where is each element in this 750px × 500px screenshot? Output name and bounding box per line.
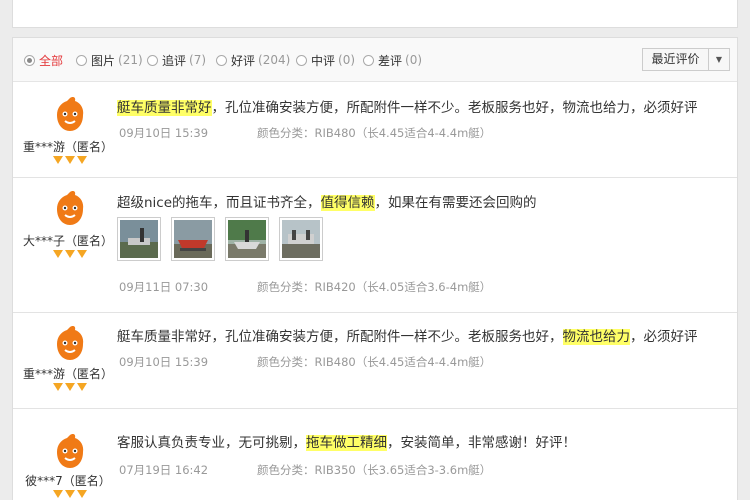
review-text-post: ，如果在有需要还会回购的 [374, 195, 537, 211]
review-meta: 09月11日 07:30 颜色分类：RIB420（长4.05适合3.6-4m艇） [119, 279, 491, 295]
review-text: 艇车质量非常好，孔位准确安装方便，所配附件一样不少。老板服务也好，物流也给力，必… [117, 325, 698, 345]
review-date: 09月11日 07:30 [119, 280, 209, 294]
review-text-post: ，必须好评 [630, 329, 698, 345]
review-filter-bar: 全部 图片 (21) 追评 (7) 好评 (204) 中评 (0) 差评 (0) [13, 38, 737, 82]
review-photos [117, 217, 323, 261]
filter-label: 中评 [311, 53, 336, 68]
filter-positive[interactable]: 好评 (204) [216, 52, 290, 68]
previous-section-box [12, 0, 738, 28]
filter-count: (0) [338, 53, 356, 67]
review-highlight: 拖车做工精细 [306, 435, 387, 451]
filter-label: 好评 [231, 53, 256, 68]
review-highlight: 物流也给力 [562, 329, 630, 345]
filter-count: (21) [118, 53, 143, 67]
review-photo[interactable] [225, 217, 269, 261]
review-date: 07月19日 16:42 [119, 463, 209, 477]
review-text-pre: 超级nice的拖车，而且证书齐全， [117, 195, 321, 211]
review-text-post: ，安装简单，非常感谢！好评！ [387, 435, 576, 451]
filter-count: (204) [258, 53, 291, 67]
review-text-pre: 艇车质量非常好，孔位准确安装方便，所配附件一样不少。老板服务也好， [117, 329, 563, 345]
radio-icon[interactable] [147, 54, 158, 66]
review-item: 重***游（匿名） 艇车质量非常好，孔位准确安装方便，所配附件一样不少。老板服务… [13, 314, 737, 409]
avatar[interactable] [51, 432, 89, 470]
review-text-post: ，孔位准确安装方便，所配附件一样不少。老板服务也好，物流也给力，必须好评 [211, 100, 698, 116]
review-spec: 颜色分类：RIB480（长4.45适合4-4.4m艇） [257, 355, 492, 369]
filter-neutral[interactable]: 中评 (0) [296, 52, 355, 68]
filter-images[interactable]: 图片 (21) [76, 52, 143, 68]
review-date: 09月10日 15:39 [119, 355, 209, 369]
review-date: 09月10日 15:39 [119, 126, 209, 140]
review-item: 重***游（匿名） 艇车质量非常好，孔位准确安装方便，所配附件一样不少。老板服务… [13, 83, 737, 178]
rank-icons [49, 383, 91, 393]
review-highlight: 艇车质量非常好 [117, 100, 212, 116]
radio-icon[interactable] [76, 54, 87, 66]
rank-icons [49, 250, 91, 260]
reviewer-name: 重***游（匿名） [22, 367, 113, 381]
radio-icon[interactable] [24, 54, 35, 66]
review-highlight: 值得信赖 [320, 195, 375, 211]
review-panel: 全部 图片 (21) 追评 (7) 好评 (204) 中评 (0) 差评 (0) [12, 37, 738, 500]
review-text: 超级nice的拖车，而且证书齐全，值得信赖，如果在有需要还会回购的 [117, 191, 537, 211]
filter-count: (7) [189, 53, 207, 67]
review-text: 客服认真负责专业，无可挑剔，拖车做工精细，安装简单，非常感谢！好评！ [117, 431, 576, 451]
rank-icons [49, 156, 91, 166]
review-meta: 07月19日 16:42 颜色分类：RIB350（长3.65适合3-3.6m艇） [119, 462, 491, 478]
radio-icon[interactable] [363, 54, 374, 66]
avatar[interactable] [51, 95, 89, 133]
filter-followup[interactable]: 追评 (7) [147, 52, 206, 68]
review-text-pre: 客服认真负责专业，无可挑剔， [117, 435, 306, 451]
filter-negative[interactable]: 差评 (0) [363, 52, 422, 68]
review-meta: 09月10日 15:39 颜色分类：RIB480（长4.45适合4-4.4m艇） [119, 125, 491, 141]
filter-label: 全部 [39, 53, 64, 68]
review-photo[interactable] [117, 217, 161, 261]
reviewer-name: 彼***7（匿名） [25, 474, 111, 488]
reviewer-name: 重***游（匿名） [22, 140, 113, 154]
sort-dropdown[interactable]: 最近评价 ▼ [642, 48, 730, 71]
avatar[interactable] [51, 189, 89, 227]
review-item: 彼***7（匿名） 客服认真负责专业，无可挑剔，拖车做工精细，安装简单，非常感谢… [13, 410, 737, 500]
rank-icons [49, 490, 91, 500]
filter-all[interactable]: 全部 [24, 52, 63, 68]
sort-label: 最近评价 [643, 49, 709, 70]
chevron-down-icon[interactable]: ▼ [709, 55, 729, 64]
filter-label: 差评 [378, 53, 403, 68]
filter-count: (0) [405, 53, 423, 67]
reviewer-name: 大***子（匿名） [22, 234, 113, 248]
review-spec: 颜色分类：RIB480（长4.45适合4-4.4m艇） [257, 126, 492, 140]
review-spec: 颜色分类：RIB350（长3.65适合3-3.6m艇） [257, 463, 492, 477]
radio-icon[interactable] [296, 54, 307, 66]
radio-icon[interactable] [216, 54, 227, 66]
review-meta: 09月10日 15:39 颜色分类：RIB480（长4.45适合4-4.4m艇） [119, 354, 491, 370]
filter-label: 追评 [162, 53, 187, 68]
review-spec: 颜色分类：RIB420（长4.05适合3.6-4m艇） [257, 280, 492, 294]
review-photo[interactable] [171, 217, 215, 261]
review-photo[interactable] [279, 217, 323, 261]
review-text: 艇车质量非常好，孔位准确安装方便，所配附件一样不少。老板服务也好，物流也给力，必… [117, 96, 698, 116]
avatar[interactable] [51, 324, 89, 362]
filter-label: 图片 [91, 53, 116, 68]
review-item: 大***子（匿名） 超级nice的拖车，而且证书齐全，值得信赖，如果在有需要还会… [13, 179, 737, 313]
